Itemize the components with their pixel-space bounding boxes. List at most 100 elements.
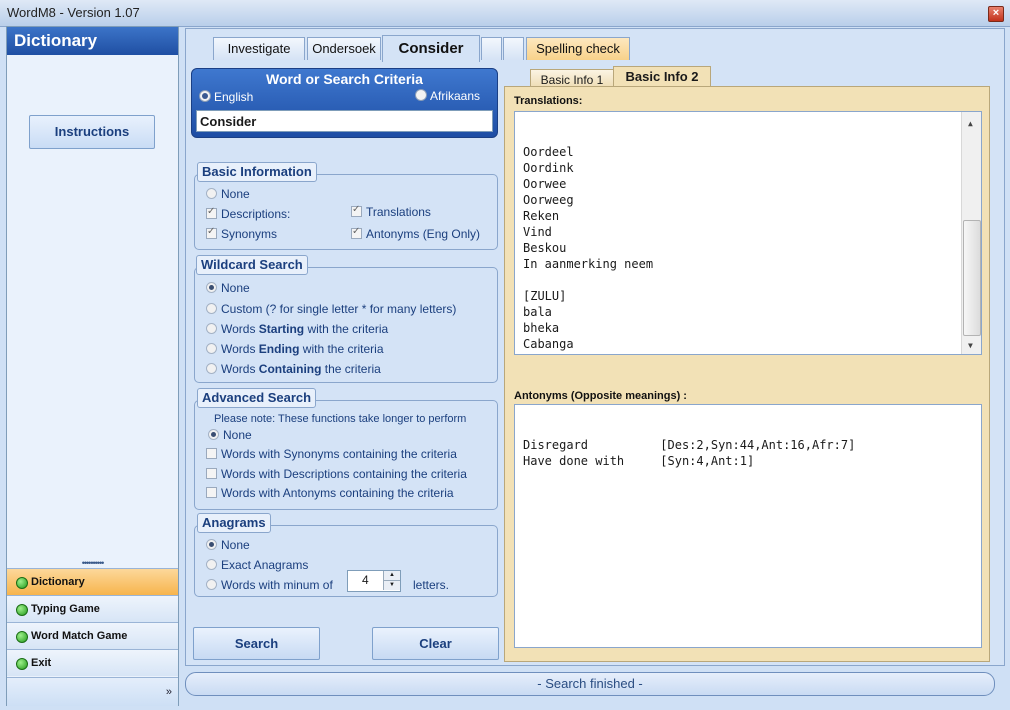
exact-anagrams-radio[interactable]: Exact Anagrams [206, 558, 308, 572]
checkbox-icon [206, 448, 217, 459]
descriptions-containing-checkbox[interactable]: Words with Descriptions containing the c… [206, 467, 467, 481]
radio-icon [206, 559, 217, 570]
option-emphasis: Starting [258, 322, 305, 336]
expand-chevron-icon[interactable]: » [166, 686, 172, 698]
memo-line: Oordeel [523, 145, 574, 159]
checkbox-checked-icon [206, 226, 217, 239]
translations-memo[interactable]: Oordeel Oordink Oorwee Oorweeg Reken Vind Besk… [514, 111, 982, 355]
memo-line: Disregard [Des:2,Syn:44,Ant:16,Afr:7] [523, 438, 856, 452]
memo-line: Have done with [Syn:4,Ant:1] [523, 454, 755, 468]
option-label: None [221, 187, 250, 201]
letter-count-stepper[interactable]: 4 ▲ ▼ [347, 570, 401, 592]
details-panel: Translations: Oordeel Oordink Oorwee Oorwee… [504, 86, 990, 662]
scroll-down-icon[interactable]: ▼ [964, 338, 973, 354]
checkbox-checked-icon [351, 204, 362, 217]
nav-typing-game[interactable]: Typing Game [7, 595, 178, 622]
criteria-panel: Word or Search Criteria English Afrikaan… [191, 68, 498, 138]
memo-line [519, 272, 981, 288]
option-label: Words [221, 322, 259, 336]
nav-word-match-game[interactable]: Word Match Game [7, 622, 178, 649]
english-label: English [214, 90, 254, 104]
left-panel: Dictionary Instructions •••••••••• Dicti… [6, 26, 179, 706]
checkbox-icon [206, 468, 217, 479]
starting-radio[interactable]: Words Starting with the criteria [206, 322, 388, 336]
nav-label: Word Match Game [31, 630, 128, 642]
splitter-grip[interactable]: •••••••••• [7, 559, 178, 568]
option-label: Antonyms (Eng Only) [366, 227, 481, 241]
radio-selected-icon [199, 90, 211, 102]
spin-down-icon[interactable]: ▼ [383, 581, 400, 590]
option-label: Words with Synonyms containing the crite… [221, 447, 457, 461]
synonyms-checkbox[interactable]: Synonyms [206, 226, 277, 241]
checkbox-checked-icon [351, 226, 362, 239]
radio-icon [206, 323, 217, 334]
tab-investigate[interactable]: Investigate [213, 37, 305, 60]
close-button[interactable]: × [988, 6, 1004, 22]
instructions-button[interactable]: Instructions [29, 115, 155, 149]
memo-line: Cabanga [523, 337, 574, 351]
option-label: Translations [366, 205, 431, 219]
afrikaans-label: Afrikaans [430, 89, 481, 103]
status-dot-icon [16, 631, 28, 643]
status-dot-icon [16, 577, 28, 589]
anagrams-none-radio[interactable]: None [206, 538, 250, 552]
tab-basic-info-2[interactable]: Basic Info 2 [613, 66, 711, 88]
radio-icon [206, 579, 217, 590]
clear-button[interactable]: Clear [372, 627, 499, 660]
criteria-title: Word or Search Criteria [266, 71, 423, 87]
synonyms-containing-checkbox[interactable]: Words with Synonyms containing the crite… [206, 447, 457, 461]
tab-consider[interactable]: Consider [382, 35, 480, 62]
descriptions-checkbox[interactable]: Descriptions: [206, 206, 290, 221]
minimum-letters-radio[interactable]: Words with minum of [206, 578, 333, 592]
window-title: WordM8 - Version 1.07 [7, 5, 140, 20]
radio-icon [206, 363, 217, 374]
option-label: with the criteria [304, 322, 389, 336]
memo-line: Oorwee [523, 177, 567, 191]
tab-spelling-check[interactable]: Spelling check [526, 37, 630, 60]
option-emphasis: Containing [258, 362, 322, 376]
basic-none-radio[interactable]: None [206, 187, 250, 201]
antonyms-containing-checkbox[interactable]: Words with Antonyms containing the crite… [206, 486, 454, 500]
memo-line: Reken [523, 209, 560, 223]
tab-blank-1[interactable] [481, 37, 502, 60]
custom-radio[interactable]: Custom (? for single letter * for many l… [206, 302, 456, 316]
antonyms-checkbox[interactable]: Antonyms (Eng Only) [351, 226, 481, 241]
scrollbar[interactable]: ▲ ▼ [961, 112, 981, 354]
antonyms-memo[interactable]: Disregard [Des:2,Syn:44,Ant:16,Afr:7] Hav… [514, 404, 982, 648]
memo-line: Beskou [523, 241, 567, 255]
radio-icon [206, 303, 217, 314]
option-label: Exact Anagrams [221, 558, 309, 572]
checkbox-checked-icon [206, 206, 217, 219]
english-radio[interactable]: English [199, 90, 253, 104]
advanced-note: Please note: These functions take longer… [214, 413, 467, 425]
panel-header: Dictionary [7, 27, 178, 55]
option-label: Words [221, 342, 259, 356]
containing-radio[interactable]: Words Containing the criteria [206, 362, 381, 376]
radio-icon [415, 89, 427, 101]
scroll-thumb[interactable] [963, 220, 981, 336]
ending-radio[interactable]: Words Ending with the criteria [206, 342, 384, 356]
afrikaans-radio[interactable]: Afrikaans [415, 89, 480, 103]
memo-line: Oorweeg [523, 193, 574, 207]
advanced-none-radio[interactable]: None [208, 428, 252, 442]
search-button[interactable]: Search [193, 627, 320, 660]
title-bar: WordM8 - Version 1.07 × [0, 0, 1010, 27]
translations-checkbox[interactable]: Translations [351, 204, 431, 219]
nav-dictionary[interactable]: Dictionary [7, 568, 178, 595]
radio-icon [206, 188, 217, 199]
tab-ondersoek[interactable]: Ondersoek [307, 37, 381, 60]
checkbox-icon [206, 487, 217, 498]
option-label: Words with Antonyms containing the crite… [221, 486, 454, 500]
nav-label: Typing Game [31, 603, 100, 615]
scroll-up-icon[interactable]: ▲ [964, 116, 973, 132]
memo-line: Vind [523, 225, 552, 239]
wildcard-none-radio[interactable]: None [206, 281, 250, 295]
antonyms-list: Disregard [Des:2,Syn:44,Ant:16,Afr:7] Hav… [515, 437, 981, 468]
option-emphasis: Ending [258, 342, 300, 356]
search-input[interactable]: Consider [196, 110, 493, 132]
spin-up-icon[interactable]: ▲ [383, 571, 400, 581]
option-label: None [221, 538, 250, 552]
tab-blank-2[interactable] [503, 37, 524, 60]
nav-exit[interactable]: Exit [7, 649, 178, 676]
basic-info-label: Basic Information [197, 162, 317, 182]
